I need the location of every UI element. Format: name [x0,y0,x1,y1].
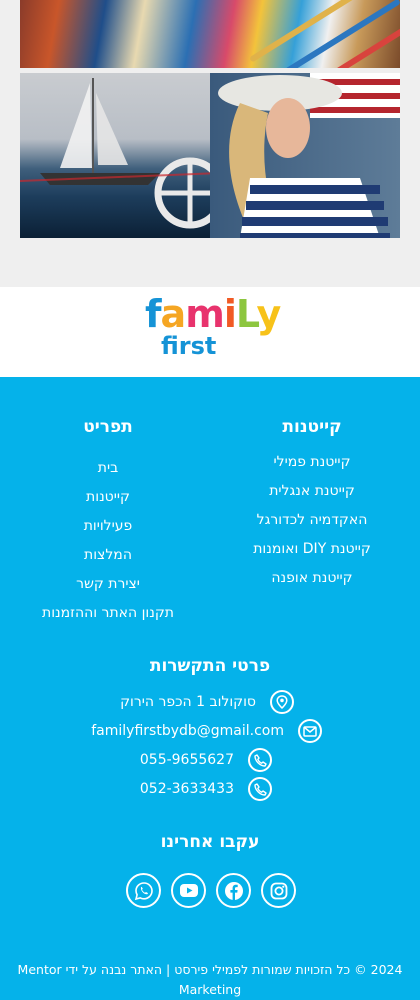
address-text: סוקולוב 1 הכפר הירוק [120,694,256,710]
menu-item-contact[interactable]: יצירת קשר [28,570,188,599]
youtube-icon[interactable] [171,873,206,908]
email-text: familyfirstbydb@gmail.com [91,723,284,739]
facebook-icon[interactable] [216,873,251,908]
menu-item-home[interactable]: בית [28,454,188,483]
menu-list: בית קייטנות פעילויות המלצות יצירת קשר תק… [28,454,188,628]
contact-email[interactable]: familyfirstbydb@gmail.com [91,717,322,745]
site-footer: קייטנות קייטנת פמילי קייטנת אנגלית האקדמ… [0,377,420,1000]
social-links [126,873,296,909]
image-gallery [0,0,420,287]
menu-item-recommendations[interactable]: המלצות [28,541,188,570]
logo-letter: L [235,292,258,336]
logo-word-first: first [161,332,217,360]
follow-us-title: עקבו אחרינו [160,832,260,852]
menu-item-terms[interactable]: תקנון האתר וההזמנות [28,599,188,628]
sailboat-photo [20,73,226,238]
camps-column-title: קייטנות [282,417,342,437]
camps-list-item[interactable]: קייטנת אופנה [232,564,392,593]
phone-text: 055-9655627 [139,752,234,768]
camps-list-item[interactable]: האקדמיה לכדורגל [232,506,392,535]
phone-icon [248,748,272,772]
envelope-icon [298,719,322,743]
menu-item-activities[interactable]: פעילויות [28,512,188,541]
menu-item-camps[interactable]: קייטנות [28,483,188,512]
logo-letter: i [223,292,237,336]
phone-text: 052-3633433 [139,781,234,797]
camps-list: קייטנת פמילי קייטנת אנגלית האקדמיה לכדור… [232,448,392,593]
logo-letter: m [185,292,225,336]
location-pin-icon [270,690,294,714]
logo-word-family: famiLy [145,292,281,336]
copyright-text: 2024 © כל הזכויות שמורות לפמילי פירסט | … [17,962,403,997]
contact-address[interactable]: סוקולוב 1 הכפר הירוק [120,688,294,716]
camps-list-item[interactable]: קייטנת אנגלית [232,477,392,506]
site-logo[interactable]: famiLy first [145,294,281,364]
contact-title: פרטי התקשרות [149,656,271,676]
gallery-image-paint[interactable] [20,0,400,68]
contact-phone-2[interactable]: 052-3633433 [140,775,272,803]
logo-letter: a [160,292,187,336]
logo-letter: f [145,292,162,336]
gallery-image-fashion[interactable] [20,73,400,238]
menu-column-title: תפריט [83,417,133,437]
camps-list-item[interactable]: קייטנת DIY ואומנות [232,535,392,564]
logo-letter: y [256,292,281,336]
contact-phone-1[interactable]: 055-9655627 [140,746,272,774]
instagram-icon[interactable] [261,873,296,908]
camps-list-item[interactable]: קייטנת פמילי [232,448,392,477]
woman-striped-shirt-photo [210,73,400,238]
phone-icon [248,777,272,801]
whatsapp-icon[interactable] [126,873,161,908]
